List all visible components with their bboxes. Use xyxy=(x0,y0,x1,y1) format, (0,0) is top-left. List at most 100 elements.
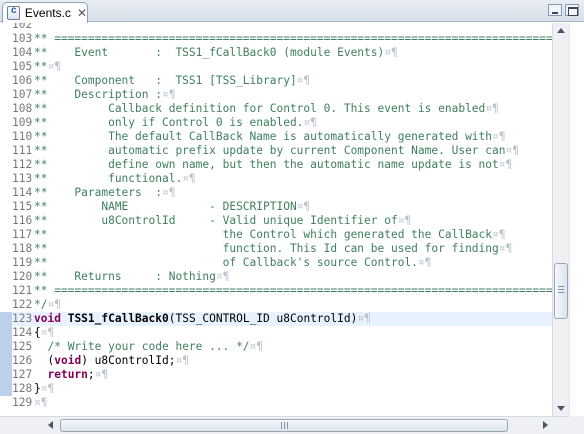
code-token: ** define own name, but then the automat… xyxy=(34,158,499,171)
code-token: ** of Callback's source Control. xyxy=(34,256,418,269)
line-number: 112 xyxy=(12,158,33,171)
line-number: 127 xyxy=(12,368,33,381)
code-line[interactable]: 129 ¤¶ xyxy=(12,396,552,410)
code-line[interactable]: 116 ** u8ControlId - Valid unique Identif… xyxy=(12,214,552,228)
code-line[interactable]: 113 ** functional.¤¶ xyxy=(12,172,552,186)
scroll-down-arrow-icon[interactable] xyxy=(553,400,569,416)
line-number: 115 xyxy=(12,200,33,213)
code-token: ** u8ControlId - Valid unique Identifier… xyxy=(34,214,398,227)
line-number: 114 xyxy=(12,186,33,199)
code-line[interactable]: 125 /* Write your code here ... */¤¶ xyxy=(12,340,552,354)
code-token: ¤¶ xyxy=(175,354,189,367)
code-line[interactable]: 118 ** function. This Id can be used for … xyxy=(12,242,552,256)
code-line[interactable]: 107 ** Description :¤¶ xyxy=(12,88,552,102)
c-source-file-icon xyxy=(7,5,20,20)
code-token: ** the Control which generated the CallB… xyxy=(34,228,493,241)
code-line[interactable]: 108 ** Callback definition for Control 0.… xyxy=(12,102,552,116)
code-line[interactable]: 104 ** Event : TSS1_fCallBack0 (module Ev… xyxy=(12,46,552,60)
code-token: ¤¶ xyxy=(498,158,513,171)
code-token: (TSS_CONTROL_ID u8ControlId) xyxy=(168,312,358,325)
vertical-scrollbar[interactable] xyxy=(552,23,569,416)
code-line[interactable]: 121 ** ==================================… xyxy=(12,284,552,298)
code-token: /* Write your code here ... */ xyxy=(47,340,250,353)
tab-label: Events.c xyxy=(24,6,71,20)
code-line[interactable]: 105 **¤¶ xyxy=(12,60,552,74)
code-line[interactable]: 115 ** NAME - DESCRIPTION¤¶ xyxy=(12,200,552,214)
code-editor[interactable]: 102 103 ** ==============================… xyxy=(0,23,552,416)
code-line[interactable]: 111 ** automatic prefix update by current… xyxy=(12,144,552,158)
code-token: ** xyxy=(34,60,48,73)
line-number: 129 xyxy=(12,396,33,409)
scroll-left-arrow-icon[interactable] xyxy=(43,417,60,434)
maximize-icon[interactable] xyxy=(565,4,579,16)
code-line[interactable]: 117 ** the Control which generated the Ca… xyxy=(12,228,552,242)
line-number: 119 xyxy=(12,256,33,269)
code-token: ** Description : xyxy=(34,88,162,101)
code-token: ¤¶ xyxy=(417,256,432,269)
code-token: ¤¶ xyxy=(94,368,109,381)
code-line[interactable]: 112 ** define own name, but then the auto… xyxy=(12,158,552,172)
scroll-corner xyxy=(569,416,584,434)
code-line[interactable]: 127 return;¤¶ xyxy=(12,368,552,382)
code-token: ** =====================================… xyxy=(34,284,552,297)
code-line[interactable]: 124 {¤¶ xyxy=(12,326,552,340)
code-token: ¤¶ xyxy=(47,298,61,311)
code-token: ) u8ControlId; xyxy=(81,354,176,367)
code-line[interactable]: 126 (void) u8ControlId;¤¶ xyxy=(12,354,552,368)
horizontal-scroll-thumb[interactable] xyxy=(60,419,508,432)
line-number: 126 xyxy=(12,354,33,367)
code-token: ¤¶ xyxy=(47,60,61,73)
code-token: ** Callback definition for Control 0. Th… xyxy=(34,102,486,115)
code-line[interactable]: 119 ** of Callback's source Control.¤¶ xyxy=(12,256,552,270)
code-line[interactable]: 102 xyxy=(12,23,552,32)
code-line[interactable]: 122 */¤¶ xyxy=(12,298,552,312)
line-number: 103 xyxy=(12,32,33,45)
code-token: ¤¶ xyxy=(498,242,513,255)
code-line[interactable]: 110 ** The default CallBack Name is autom… xyxy=(12,130,552,144)
code-token: ** The default CallBack Name is automati… xyxy=(34,130,493,143)
minimize-icon[interactable] xyxy=(548,4,562,16)
line-number: 123 xyxy=(12,312,33,325)
line-number: 102 xyxy=(12,23,33,31)
line-number: 128 xyxy=(12,382,33,395)
code-line[interactable]: 103 ** ==================================… xyxy=(12,32,552,46)
vertical-scroll-thumb[interactable] xyxy=(554,263,568,319)
line-number: 122 xyxy=(12,298,33,311)
code-line[interactable]: 128}¤¶ xyxy=(12,382,552,396)
change-marker xyxy=(0,312,12,396)
scroll-up-arrow-icon[interactable] xyxy=(553,23,569,39)
code-token: ** NAME - DESCRIPTION xyxy=(34,200,297,213)
code-line[interactable]: 106 ** Component : TSS1 [TSS_Library]¤¶ xyxy=(12,74,552,88)
code-token: ¤¶ xyxy=(249,340,264,353)
code-token: } xyxy=(34,382,41,395)
code-token: ¤¶ xyxy=(397,214,412,227)
overview-ruler xyxy=(569,23,584,416)
code-line[interactable]: 114 ** Parameters :¤¶ xyxy=(12,186,552,200)
line-number: 117 xyxy=(12,228,33,241)
close-icon[interactable]: ✕ xyxy=(77,6,87,20)
code-token: ¤¶ xyxy=(303,116,317,129)
code-token: TSS1_fCallBack0 xyxy=(67,312,169,325)
code-token: ** =====================================… xyxy=(34,32,552,45)
code-line[interactable]: 120 ** Returns : Nothing¤¶ xyxy=(12,270,552,284)
code-token: ¤¶ xyxy=(492,130,506,143)
code-token: ¤¶ xyxy=(296,74,311,87)
line-number: 109 xyxy=(12,116,33,129)
scroll-right-arrow-icon[interactable] xyxy=(537,417,554,434)
code-token: void xyxy=(34,312,61,325)
line-number: 124 xyxy=(12,326,33,339)
code-token: ¤¶ xyxy=(492,228,506,241)
code-line[interactable]: 123 void TSS1_fCallBack0(TSS_CONTROL_ID u… xyxy=(12,312,552,326)
code-line[interactable]: 109 ** only if Control 0 is enabled.¤¶ xyxy=(12,116,552,130)
line-number: 120 xyxy=(12,270,33,283)
code-token: ¤¶ xyxy=(485,102,499,115)
code-token: ¤¶ xyxy=(296,200,311,213)
line-number: 118 xyxy=(12,242,33,255)
horizontal-scrollbar[interactable] xyxy=(0,416,569,434)
tab-events-c[interactable]: Events.c ✕ xyxy=(2,2,88,23)
line-number: 106 xyxy=(12,74,33,87)
